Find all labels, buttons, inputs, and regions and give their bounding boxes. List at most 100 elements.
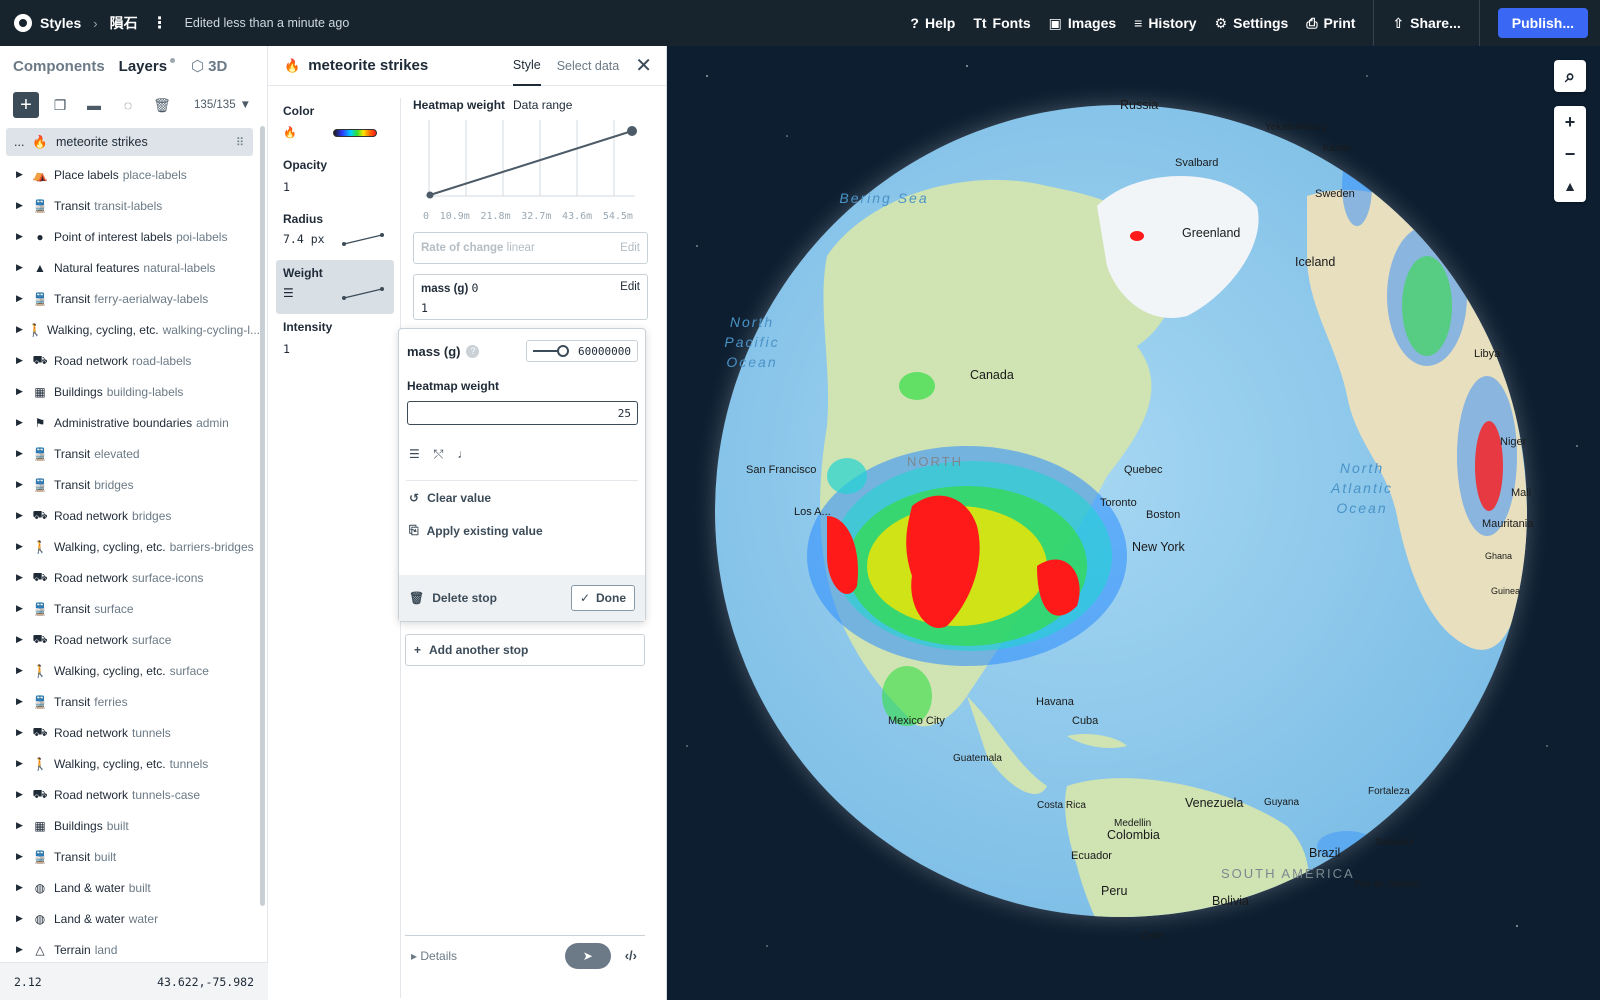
expand-caret-icon[interactable]: ▶: [16, 572, 30, 583]
close-icon[interactable]: ✕: [635, 53, 652, 78]
layer-list-scrollbar[interactable]: [260, 126, 265, 906]
expand-caret-icon[interactable]: ▶: [16, 169, 30, 180]
expand-caret-icon[interactable]: ▶: [16, 386, 30, 397]
layer-row[interactable]: ▶ 🚆 Transit ferry-aerialway-labels: [0, 283, 260, 314]
layer-row[interactable]: ▶ ⛟ Road network road-labels: [0, 345, 260, 376]
heatmap-weight-input[interactable]: 25: [407, 401, 638, 425]
search-icon[interactable]: ⌕: [1554, 60, 1586, 92]
data-driven-icon[interactable]: ☰: [409, 447, 420, 480]
tab-layers[interactable]: Layers: [119, 57, 176, 75]
property-color[interactable]: Color 🔥: [276, 98, 394, 152]
expand-caret-icon[interactable]: ▶: [16, 820, 30, 831]
share-button[interactable]: ⇧ Share...: [1392, 15, 1460, 32]
layer-row[interactable]: ▶ ▦ Buildings built: [0, 810, 260, 841]
print-button[interactable]: ⎙ Print: [1306, 15, 1355, 32]
expression-icon[interactable]: ⤲: [434, 447, 444, 480]
slider-knob[interactable]: [557, 345, 569, 357]
fonts-button[interactable]: Tt Fonts: [973, 15, 1030, 31]
layer-row[interactable]: ▶ 🚶 Walking, cycling, etc. surface: [0, 655, 260, 686]
more-options-icon[interactable]: ⋮: [152, 13, 168, 33]
stop-edit-link[interactable]: Edit: [620, 281, 640, 295]
expand-caret-icon[interactable]: ▶: [16, 200, 30, 211]
layer-row[interactable]: ▶ ⛟ Road network surface: [0, 624, 260, 655]
expand-caret-icon[interactable]: ▶: [16, 541, 30, 552]
layer-row[interactable]: ▶ 🚶 Walking, cycling, etc. barriers-bridges: [0, 531, 260, 562]
delete-stop-button[interactable]: 🗑 Delete stop: [409, 591, 497, 605]
expand-caret-icon[interactable]: ▶: [16, 510, 30, 521]
zoom-out-button[interactable]: −: [1554, 138, 1586, 170]
layer-row[interactable]: ▶ 🚆 Transit ferries: [0, 686, 260, 717]
expand-caret-icon[interactable]: ▶: [16, 603, 30, 614]
expand-caret-icon[interactable]: ▶: [16, 665, 30, 676]
layer-row[interactable]: ▶ ▦ Buildings building-labels: [0, 376, 260, 407]
ramp-stop-end[interactable]: [627, 126, 637, 136]
expand-caret-icon[interactable]: ▶: [16, 634, 30, 645]
done-button[interactable]: ✓ Done: [570, 585, 635, 611]
layer-row[interactable]: ▶ ◍ Land & water built: [0, 872, 260, 903]
expand-caret-icon[interactable]: ▶: [16, 696, 30, 707]
help-icon[interactable]: ?: [466, 344, 480, 358]
mapbox-logo-icon[interactable]: [14, 14, 32, 32]
expand-caret-icon[interactable]: ▶: [16, 789, 30, 800]
layer-row[interactable]: ▶ ● Point of interest labels poi-labels: [0, 221, 260, 252]
layer-row[interactable]: ▶ ⛺ Place labels place-labels: [0, 159, 260, 190]
layer-row[interactable]: ▶ 🚶 Walking, cycling, etc. tunnels: [0, 748, 260, 779]
add-layer-button[interactable]: +: [13, 92, 39, 118]
hide-layer-button[interactable]: ◌: [115, 92, 141, 118]
layer-count[interactable]: 135/135 ▼: [194, 99, 251, 111]
drag-handle-icon[interactable]: ⠿: [236, 136, 245, 149]
property-intensity[interactable]: Intensity 1: [276, 314, 394, 368]
code-view-button[interactable]: ‹/›: [625, 948, 637, 963]
help-button[interactable]: ? Help: [910, 15, 955, 31]
group-layers-button[interactable]: ▬: [81, 92, 107, 118]
rate-of-change-field[interactable]: Rate of change linear Edit: [413, 232, 648, 264]
select-mode-button[interactable]: ➤: [564, 942, 611, 969]
stop-row[interactable]: mass (g) 0 Edit 1: [413, 274, 648, 320]
ramp-stop-start[interactable]: [426, 191, 434, 199]
expand-caret-icon[interactable]: ▶: [16, 262, 30, 273]
style-name[interactable]: 隕石: [110, 13, 138, 33]
layer-row[interactable]: ▶ ⛟ Road network bridges: [0, 500, 260, 531]
layer-row[interactable]: ▶ ⚑ Administrative boundaries admin: [0, 407, 260, 438]
tab-style[interactable]: Style: [512, 46, 541, 86]
settings-button[interactable]: ⚙ Settings: [1215, 15, 1289, 32]
expand-caret-icon[interactable]: ▶: [16, 479, 30, 490]
expand-caret-icon[interactable]: ▶: [16, 231, 30, 242]
layer-row[interactable]: ▶ 🚆 Transit bridges: [0, 469, 260, 500]
expand-caret-icon[interactable]: ▶: [16, 448, 30, 459]
rate-edit-link[interactable]: Edit: [620, 242, 640, 254]
zoom-in-button[interactable]: +: [1554, 106, 1586, 138]
layer-row[interactable]: ▶ ⛟ Road network tunnels: [0, 717, 260, 748]
app-title[interactable]: Styles: [40, 15, 81, 31]
property-opacity[interactable]: Opacity 1: [276, 152, 394, 206]
color-ramp[interactable]: [332, 128, 377, 137]
stop-value-slider[interactable]: 60000000: [526, 340, 638, 362]
layer-row[interactable]: ▶ 🚆 Transit elevated: [0, 438, 260, 469]
history-button[interactable]: ≡ History: [1134, 15, 1196, 31]
weight-ramp-chart[interactable]: [413, 116, 648, 208]
expand-caret-icon[interactable]: ▶: [16, 944, 30, 955]
publish-button[interactable]: Publish...: [1497, 8, 1588, 38]
layer-row[interactable]: ▶ 🚆 Transit transit-labels: [0, 190, 260, 221]
clear-value-button[interactable]: ↺ Clear value: [399, 481, 645, 514]
layer-row[interactable]: ▶ 🚆 Transit built: [0, 841, 260, 872]
selected-layer-row[interactable]: ... 🔥 meteorite strikes ⠿: [6, 128, 253, 156]
map-search-control[interactable]: ⌕: [1554, 60, 1586, 92]
expand-caret-icon[interactable]: ▶: [16, 324, 27, 335]
tab-components[interactable]: Components: [13, 58, 105, 75]
layer-row[interactable]: ▶ △ Terrain land: [0, 934, 260, 965]
expand-caret-icon[interactable]: ▶: [16, 851, 30, 862]
layer-row[interactable]: ▶ ⛟ Road network tunnels-case: [0, 779, 260, 810]
layer-row[interactable]: ▶ 🚆 Transit surface: [0, 593, 260, 624]
details-toggle[interactable]: ▸ Details: [411, 949, 457, 963]
expand-caret-icon[interactable]: ▶: [16, 293, 30, 304]
map-canvas[interactable]: Russia Canada Greenland Iceland Sweden L…: [667, 46, 1600, 1000]
compass-icon[interactable]: ▲: [1554, 170, 1586, 202]
expand-caret-icon[interactable]: ▶: [16, 913, 30, 924]
property-radius[interactable]: Radius 7.4 px: [276, 206, 394, 260]
apply-existing-value-button[interactable]: ⎘ Apply existing value: [399, 514, 645, 547]
images-button[interactable]: ▣ Images: [1049, 15, 1116, 32]
tab-select-data[interactable]: Select data: [557, 46, 620, 86]
stop-value-input[interactable]: 60000000: [578, 345, 631, 358]
property-weight[interactable]: Weight ☰: [276, 260, 394, 314]
